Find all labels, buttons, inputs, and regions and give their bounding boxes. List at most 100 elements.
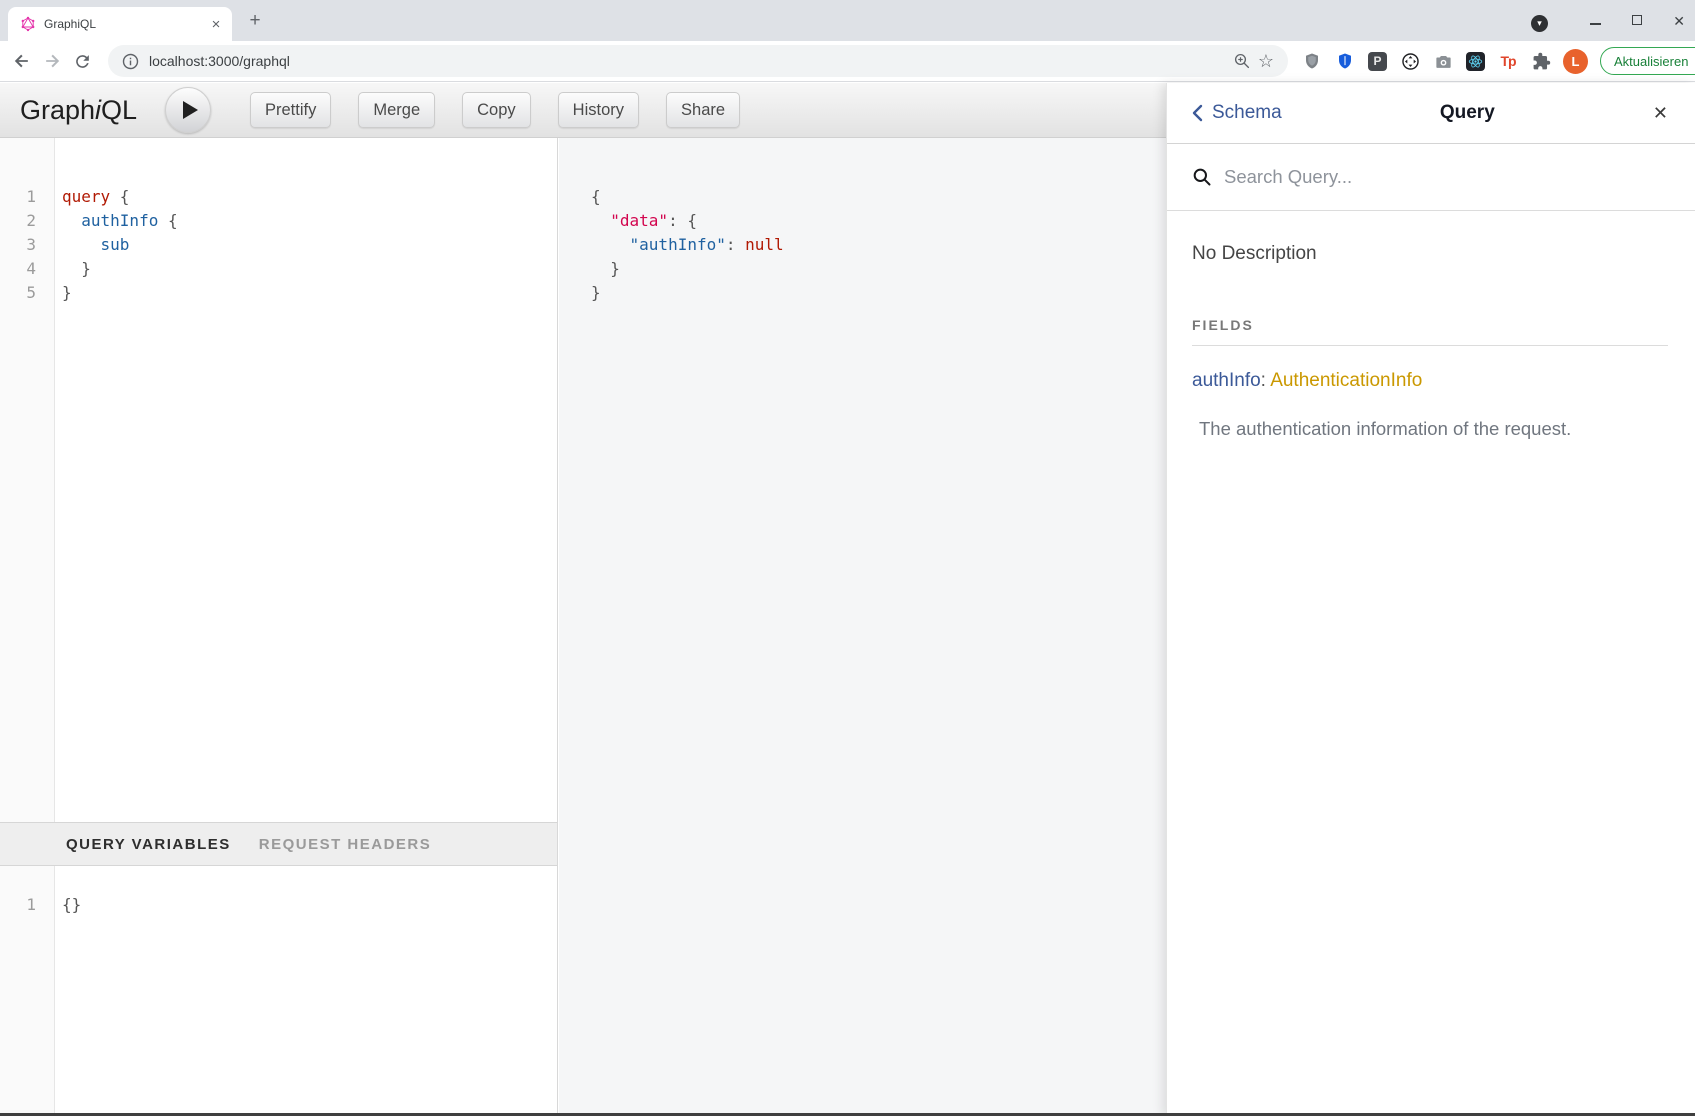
code-line: "data": {	[559, 209, 1166, 233]
doc-search-input[interactable]	[1224, 166, 1644, 188]
line-number: 1	[0, 185, 36, 209]
tab-title: GraphiQL	[44, 17, 208, 31]
fold-gutter	[36, 893, 56, 917]
code-text: {}	[56, 893, 81, 917]
fold-gutter	[559, 257, 583, 281]
code-token: : {	[668, 211, 697, 230]
chevron-left-icon	[1192, 104, 1203, 122]
back-button[interactable]	[8, 47, 36, 75]
fold-gutter	[36, 281, 56, 305]
field-description: The authentication information of the re…	[1192, 418, 1668, 440]
window-maximize-button[interactable]	[1632, 12, 1642, 30]
browser-toolbar: localhost:3000/graphql ☆ P	[0, 41, 1695, 82]
code-token: }	[62, 259, 91, 278]
fold-gutter	[559, 233, 583, 257]
field-name-link[interactable]: authInfo	[1192, 370, 1261, 391]
code-token: :	[726, 235, 745, 254]
line-number: 3	[0, 233, 36, 257]
prettify-button[interactable]: Prettify	[250, 92, 331, 128]
forward-arrow-icon	[42, 51, 62, 71]
window-close-button[interactable]: ✕	[1673, 14, 1685, 28]
fold-gutter	[36, 209, 56, 233]
url-text: localhost:3000/graphql	[149, 53, 1230, 69]
field-colon: :	[1261, 370, 1271, 391]
page-info-icon[interactable]	[122, 53, 139, 70]
share-button[interactable]: Share	[666, 92, 740, 128]
code-token: {	[110, 187, 129, 206]
new-tab-button[interactable]: +	[243, 9, 267, 33]
doc-back-link[interactable]: Schema	[1192, 102, 1282, 124]
code-line[interactable]: 1 {}	[0, 893, 557, 917]
code-token: sub	[101, 235, 130, 254]
fold-gutter	[36, 257, 56, 281]
code-line: }	[559, 281, 1166, 305]
code-token: authInfo	[81, 211, 158, 230]
code-line[interactable]: 1 query {	[0, 185, 557, 209]
profile-avatar[interactable]: L	[1563, 49, 1588, 74]
history-button[interactable]: History	[558, 92, 639, 128]
code-token: "data"	[610, 211, 668, 230]
line-number: 1	[0, 893, 36, 917]
execute-query-button[interactable]	[165, 87, 211, 133]
variables-editor[interactable]: 1 {}	[0, 866, 557, 1116]
window-minimize-button[interactable]	[1590, 12, 1601, 30]
code-text: }	[583, 257, 620, 281]
field-type-link[interactable]: AuthenticationInfo	[1270, 370, 1422, 391]
camera-extension-icon[interactable]	[1433, 51, 1453, 71]
graphiql-app: GraphiQL Prettify Merge Copy History Sha…	[0, 83, 1166, 1116]
code-line[interactable]: 2 authInfo {	[0, 209, 557, 233]
variables-tab-bar: QUERY VARIABLES REQUEST HEADERS	[0, 822, 557, 866]
fold-arrow-icon[interactable]	[559, 185, 583, 209]
browser-tab[interactable]: GraphiQL ×	[8, 7, 232, 41]
doc-back-label: Schema	[1212, 102, 1282, 124]
code-token: null	[745, 235, 784, 254]
minimize-icon	[1590, 23, 1601, 24]
merge-button[interactable]: Merge	[358, 92, 435, 128]
code-token: {	[591, 187, 601, 206]
extensions-puzzle-icon[interactable]	[1531, 51, 1551, 71]
bitwarden-extension-icon[interactable]	[1335, 51, 1355, 71]
code-token: {}	[62, 895, 81, 914]
doc-close-button[interactable]: ✕	[1653, 103, 1668, 124]
code-line[interactable]: 4 }	[0, 257, 557, 281]
code-line[interactable]: 5}	[0, 281, 557, 305]
reload-button[interactable]	[68, 47, 96, 75]
bookmark-star-icon[interactable]: ☆	[1254, 49, 1278, 73]
url-bar[interactable]: localhost:3000/graphql ☆	[108, 45, 1288, 77]
doc-explorer-panel: Schema Query ✕ No Description FIELDS aut…	[1166, 83, 1695, 1116]
fields-heading: FIELDS	[1192, 317, 1668, 333]
forward-button[interactable]	[38, 47, 66, 75]
code-line: "authInfo": null	[559, 233, 1166, 257]
extensions-row: P Tp	[1302, 51, 1551, 71]
fold-gutter	[559, 281, 583, 305]
tp-extension-icon[interactable]: Tp	[1498, 51, 1518, 71]
scroll-extension-icon[interactable]	[1400, 51, 1420, 71]
line-number: 2	[0, 209, 36, 233]
code-token	[591, 235, 630, 254]
tab-search-button[interactable]: ▾	[1531, 15, 1548, 32]
code-text: query {	[56, 185, 129, 209]
code-token: }	[591, 259, 620, 278]
code-text: sub	[56, 233, 129, 257]
fold-gutter	[36, 233, 56, 257]
code-line: }	[559, 257, 1166, 281]
tab-query-variables[interactable]: QUERY VARIABLES	[66, 836, 231, 853]
query-editor[interactable]: 1query {2 authInfo {3 sub4 }5}	[0, 138, 557, 822]
react-devtools-extension-icon[interactable]	[1466, 52, 1485, 71]
p-extension-icon[interactable]: P	[1368, 52, 1387, 71]
chrome-update-menu-button[interactable]: Aktualisieren ⋮	[1600, 47, 1695, 75]
copy-button[interactable]: Copy	[462, 92, 531, 128]
fold-arrow-icon[interactable]	[36, 185, 56, 209]
code-line[interactable]: 3 sub	[0, 233, 557, 257]
update-button-label: Aktualisieren	[1614, 54, 1688, 69]
ublock-extension-icon[interactable]	[1302, 51, 1322, 71]
code-token: }	[591, 283, 601, 302]
toolbar-buttons: Prettify Merge Copy History Share	[250, 83, 740, 137]
fields-divider	[1192, 345, 1668, 346]
tab-close-icon[interactable]: ×	[208, 16, 224, 33]
editor-area: 1query {2 authInfo {3 sub4 }5} QUERY VAR…	[0, 138, 1166, 1116]
zoom-level-button[interactable]	[1230, 49, 1254, 73]
code-token	[62, 211, 81, 230]
back-arrow-icon	[12, 51, 32, 71]
tab-request-headers[interactable]: REQUEST HEADERS	[259, 836, 432, 853]
